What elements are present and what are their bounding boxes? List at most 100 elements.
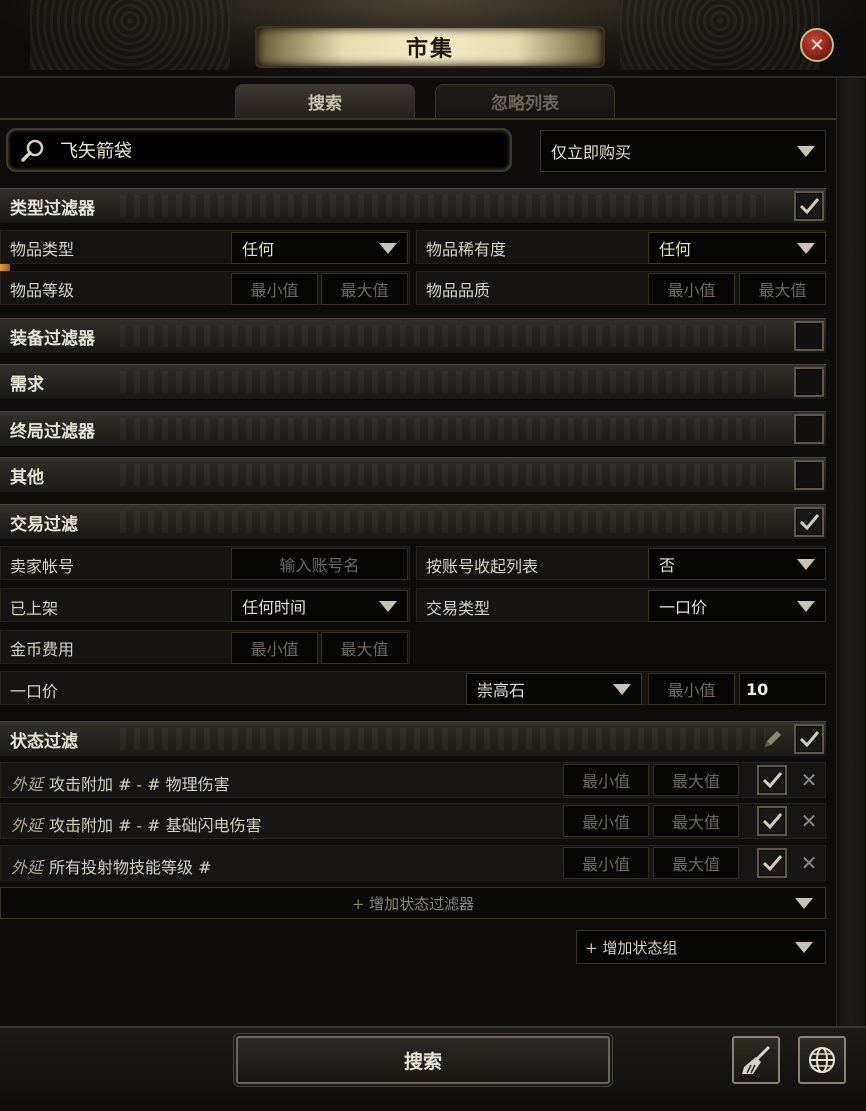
checkmark-icon bbox=[762, 813, 783, 830]
edit-pencil-icon[interactable] bbox=[762, 728, 784, 750]
rarity-select[interactable]: 任何 bbox=[648, 232, 826, 264]
clear-button[interactable] bbox=[732, 1036, 780, 1084]
quality-label: 物品品质 bbox=[426, 281, 491, 300]
stat-max-input[interactable]: 最大值 bbox=[653, 764, 739, 796]
globe-icon bbox=[809, 1047, 835, 1073]
listed-time-select[interactable]: 任何时间 bbox=[231, 590, 408, 622]
search-input[interactable] bbox=[60, 139, 500, 161]
remove-stat-icon[interactable]: ✕ bbox=[798, 768, 820, 792]
chevron-down-icon bbox=[797, 601, 815, 612]
stat-text: 所有投射物技能等级 # bbox=[49, 858, 212, 877]
price-max-input[interactable]: 10 bbox=[739, 673, 826, 705]
broom-icon bbox=[742, 1045, 771, 1074]
item-type-select[interactable]: 任何 bbox=[231, 232, 408, 264]
tab-bar: 搜索 忽略列表 bbox=[235, 84, 615, 118]
section-title: 需求 bbox=[10, 374, 44, 395]
header-carving-right bbox=[620, 0, 820, 70]
stat-affix: 外延 bbox=[11, 775, 44, 794]
price-min-input[interactable]: 最小值 bbox=[648, 673, 735, 705]
add-stat-filter-select[interactable]: + 增加状态过滤器 bbox=[0, 887, 826, 919]
add-stat-group-select[interactable]: + 增加状态组 bbox=[576, 930, 826, 964]
stat-max-input[interactable]: 最大值 bbox=[653, 805, 739, 837]
item-type-value: 任何 bbox=[242, 240, 275, 259]
search-button[interactable]: 搜索 bbox=[236, 1036, 610, 1084]
listed-value: 任何时间 bbox=[242, 598, 307, 617]
close-button[interactable]: ✕ bbox=[800, 28, 834, 62]
endgame-filter-checkbox[interactable] bbox=[794, 414, 824, 444]
add-stat-filter-label: + 增加状态过滤器 bbox=[351, 894, 475, 913]
section-title: 状态过滤 bbox=[10, 731, 78, 752]
section-title: 终局过滤器 bbox=[10, 421, 95, 442]
section-type-filter[interactable]: 类型过滤器 bbox=[0, 188, 826, 224]
chevron-down-icon bbox=[797, 243, 815, 254]
gold-fee-label: 金币费用 bbox=[10, 640, 75, 659]
remove-stat-icon[interactable]: ✕ bbox=[798, 851, 820, 875]
stat-filter-checkbox[interactable] bbox=[794, 724, 824, 754]
buy-type-select[interactable]: 仅立即购买 bbox=[540, 130, 826, 172]
section-endgame-filter[interactable]: 终局过滤器 bbox=[0, 411, 826, 447]
remove-stat-icon[interactable]: ✕ bbox=[798, 809, 820, 833]
section-stat-filter[interactable]: 状态过滤 bbox=[0, 721, 826, 757]
chevron-down-icon bbox=[795, 942, 813, 953]
gold-min-input[interactable]: 最小值 bbox=[231, 632, 318, 664]
buy-type-value: 仅立即购买 bbox=[551, 143, 632, 162]
collapse-by-account-label: 按账号收起列表 bbox=[426, 557, 539, 576]
price-currency-value: 崇高石 bbox=[477, 681, 526, 700]
sale-type-value: 一口价 bbox=[659, 598, 708, 617]
collapse-by-account-select[interactable]: 否 bbox=[648, 548, 826, 580]
stat-min-input[interactable]: 最小值 bbox=[563, 847, 649, 879]
stat-min-input[interactable]: 最小值 bbox=[563, 805, 649, 837]
header-carving-left bbox=[30, 0, 230, 70]
stat-row-checkbox[interactable] bbox=[757, 848, 787, 878]
stat-row-checkbox[interactable] bbox=[757, 765, 787, 795]
chevron-down-icon bbox=[379, 601, 397, 612]
sale-type-select[interactable]: 一口价 bbox=[648, 590, 826, 622]
price-currency-select[interactable]: 崇高石 bbox=[466, 673, 642, 705]
seller-account-input[interactable]: 输入账号名 bbox=[231, 548, 408, 580]
stat-affix: 外延 bbox=[11, 858, 44, 877]
quality-max-input[interactable]: 最大值 bbox=[739, 273, 826, 305]
window-title: 市集 bbox=[405, 36, 454, 62]
type-filter-checkbox[interactable] bbox=[794, 191, 824, 221]
item-level-label: 物品等级 bbox=[10, 281, 75, 300]
stat-text: 攻击附加 # - # 基础闪电伤害 bbox=[49, 816, 262, 835]
add-stat-group-label: + 增加状态组 bbox=[585, 938, 678, 957]
item-level-max-input[interactable]: 最大值 bbox=[321, 273, 408, 305]
price-label: 一口价 bbox=[10, 682, 59, 701]
stat-row-checkbox[interactable] bbox=[757, 806, 787, 836]
close-icon: ✕ bbox=[809, 34, 825, 56]
section-title: 其他 bbox=[10, 467, 44, 488]
section-trade-filter[interactable]: 交易过滤 bbox=[0, 504, 826, 540]
section-requirements[interactable]: 需求 bbox=[0, 364, 826, 400]
stat-label: 外延 所有投射物技能等级 # bbox=[11, 854, 212, 878]
item-level-min-input[interactable]: 最小值 bbox=[231, 273, 318, 305]
chevron-down-icon bbox=[379, 243, 397, 254]
trade-filter-checkbox[interactable] bbox=[794, 507, 824, 537]
scrollbar[interactable] bbox=[836, 78, 866, 1026]
stat-min-input[interactable]: 最小值 bbox=[563, 764, 649, 796]
checkmark-icon bbox=[762, 855, 783, 872]
rarity-label: 物品稀有度 bbox=[426, 240, 507, 259]
checkmark-icon bbox=[799, 731, 820, 748]
search-icon bbox=[18, 135, 48, 165]
tab-ignore-list[interactable]: 忽略列表 bbox=[435, 84, 615, 118]
seller-label: 卖家帐号 bbox=[10, 557, 75, 576]
misc-checkbox[interactable] bbox=[794, 460, 824, 490]
gold-max-input[interactable]: 最大值 bbox=[321, 632, 408, 664]
quality-min-input[interactable]: 最小值 bbox=[648, 273, 735, 305]
equipment-filter-checkbox[interactable] bbox=[794, 321, 824, 351]
collapse-value: 否 bbox=[659, 556, 676, 575]
checkmark-icon bbox=[799, 198, 820, 215]
tab-search[interactable]: 搜索 bbox=[235, 84, 415, 118]
stat-max-input[interactable]: 最大值 bbox=[653, 847, 739, 879]
listed-label: 已上架 bbox=[10, 599, 59, 618]
requirements-checkbox[interactable] bbox=[794, 367, 824, 397]
window-title-plate: 市集 bbox=[255, 26, 605, 68]
chevron-down-icon bbox=[797, 559, 815, 570]
checkmark-icon bbox=[799, 514, 820, 531]
section-title: 交易过滤 bbox=[10, 514, 78, 535]
section-misc[interactable]: 其他 bbox=[0, 457, 826, 493]
region-button[interactable] bbox=[798, 1036, 846, 1084]
search-box[interactable] bbox=[6, 128, 512, 172]
section-equipment-filter[interactable]: 装备过滤器 bbox=[0, 318, 826, 354]
